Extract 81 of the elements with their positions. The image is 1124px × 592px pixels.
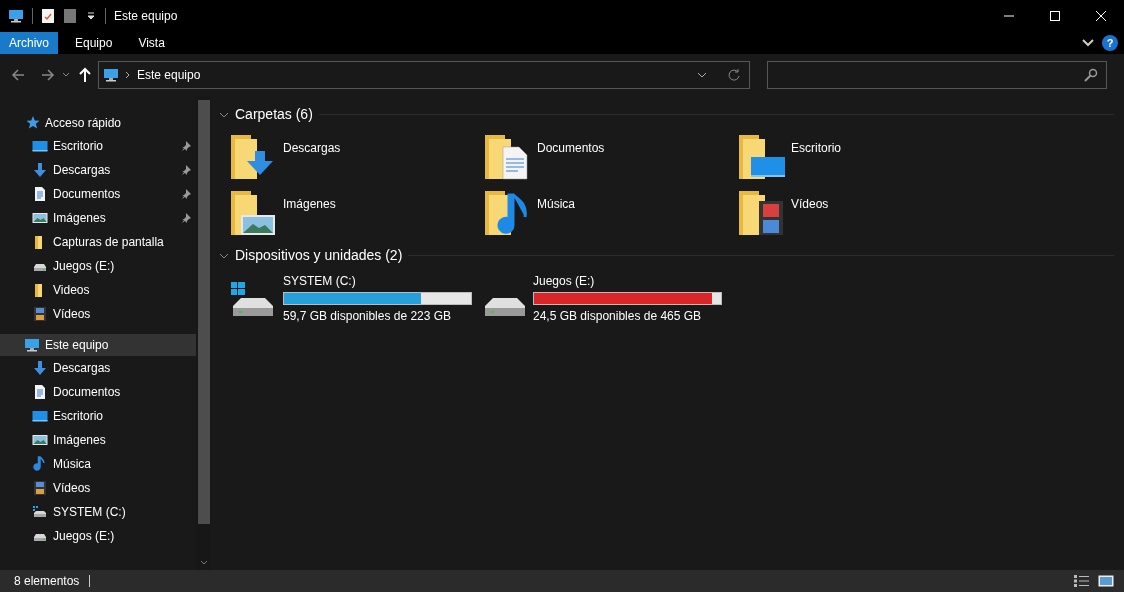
back-arrow-icon[interactable] [10,67,26,83]
folder-tile[interactable]: Descargas [229,129,483,185]
sidebar-item[interactable]: Documentos [0,182,196,206]
sidebar-item[interactable]: Capturas de pantalla [0,230,196,254]
film-icon [32,306,48,322]
music-note-icon [32,456,48,472]
sidebar-item[interactable]: Descargas [0,158,196,182]
refresh-icon[interactable] [727,68,741,82]
pictures-folder-icon [229,189,277,237]
drive-tile[interactable]: SYSTEM (C:) 59,7 GB disponibles de 223 GB [229,272,483,325]
sidebar-item[interactable]: Acceso rápido [0,112,196,134]
computer-icon [8,8,24,24]
collapse-chevron-icon[interactable] [219,252,229,259]
sidebar-item[interactable]: Imágenes [0,428,196,452]
sidebar-item[interactable]: Escritorio [0,134,196,158]
sidebar-item[interactable]: Juegos (E:) [0,524,196,548]
ribbon-tab[interactable]: Equipo [66,32,122,54]
sidebar-item[interactable]: Documentos [0,380,196,404]
image-icon [32,210,48,226]
sidebar-item[interactable]: Música [0,452,196,476]
group-heading[interactable]: Dispositivos y unidades (2) [235,245,403,266]
download-arrow-icon [32,162,48,178]
drive-name: Juegos (E:) [533,273,596,290]
scroll-down-icon[interactable] [199,560,208,566]
sidebar-item[interactable]: Juegos (E:) [0,254,196,278]
sidebar-item[interactable]: Escritorio [0,404,196,428]
document-icon [32,384,48,400]
large-icons-view-icon[interactable] [1098,575,1114,587]
desktop-icon [32,138,48,154]
group-heading[interactable]: Carpetas (6) [235,104,313,125]
free-space-text: 59,7 GB disponibles de 223 GB [283,308,453,325]
sidebar-item[interactable]: Videos [0,278,196,302]
ribbon-tab[interactable]: Vista [129,32,174,54]
address-dropdown-icon[interactable] [697,72,707,78]
search-field[interactable] [767,61,1107,89]
download-arrow-icon [32,360,48,376]
folder-tile[interactable]: Imágenes [229,185,483,241]
folder-tile[interactable]: Vídeos [737,185,991,241]
window-title: Este equipo [114,8,178,25]
sidebar-item[interactable]: SYSTEM (C:) [0,500,196,524]
star-icon [24,115,40,131]
search-icon [1084,68,1098,82]
item-count: 8 elementos [14,573,80,590]
free-space-text: 24,5 GB disponibles de 465 GB [533,308,703,325]
system-drive-icon [32,504,48,520]
film-icon [32,480,48,496]
maximize-icon [1050,11,1060,21]
drive-icon [483,295,527,318]
desktop-folder-icon [737,133,785,181]
properties-icon[interactable] [41,8,55,24]
address-path: Este equipo [137,67,201,84]
details-view-icon[interactable] [1074,575,1090,587]
recent-dropdown-icon[interactable] [62,72,70,78]
folder-tile[interactable]: Música [483,185,737,241]
forward-arrow-icon[interactable] [40,67,56,83]
address-bar[interactable]: Este equipo [98,61,750,89]
customize-dropdown-icon[interactable] [85,10,97,22]
expand-ribbon-icon[interactable] [1082,39,1094,47]
document-icon [32,186,48,202]
videos-folder-icon [737,189,785,237]
ribbon-tab[interactable]: Archivo [0,32,58,54]
up-arrow-icon[interactable] [78,67,92,83]
close-icon [1096,11,1106,21]
image-icon [32,432,48,448]
computer-icon [24,337,40,353]
sidebar-item[interactable]: Imágenes [0,206,196,230]
computer-icon [103,67,119,83]
documents-folder-icon [483,133,531,181]
sidebar-item[interactable]: Vídeos [0,476,196,500]
sidebar-item[interactable]: Este equipo [0,334,196,356]
scrollbar-thumb[interactable] [197,100,210,524]
desktop-icon [32,408,48,424]
collapse-chevron-icon[interactable] [219,111,229,118]
sidebar-item[interactable]: Descargas [0,356,196,380]
sidebar-item[interactable]: Vídeos [0,302,196,326]
chevron-right-icon [125,71,131,79]
help-button[interactable]: ? [1102,35,1118,51]
folder-tile[interactable]: Escritorio [737,129,991,185]
folder-tile[interactable]: Documentos [483,129,737,185]
drive-name: SYSTEM (C:) [283,273,357,290]
drive-tile[interactable]: Juegos (E:) 24,5 GB disponibles de 465 GB [483,272,737,325]
